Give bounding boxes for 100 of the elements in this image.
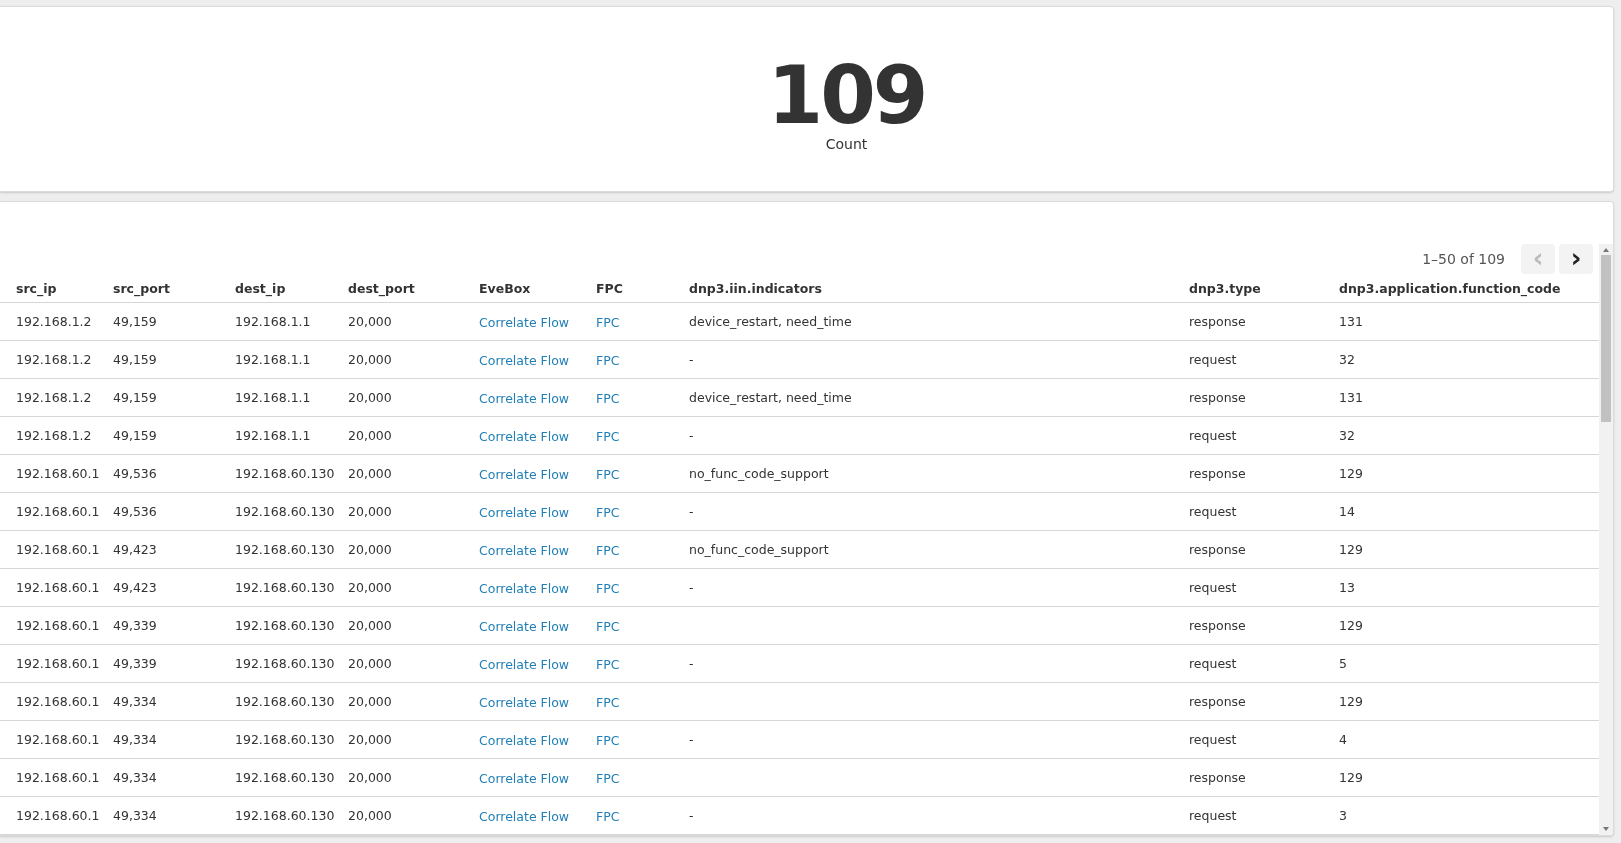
correlate-flow-link[interactable]: Correlate Flow — [479, 505, 570, 520]
table-cell-text: 20,000 — [347, 352, 393, 367]
table-cell-text: - — [688, 808, 695, 823]
table-cell-text: 49,339 — [112, 618, 158, 633]
table-cell-text: 192.168.60.130 — [234, 542, 332, 557]
correlate-flow-link[interactable]: Correlate Flow — [479, 315, 570, 330]
table-cell-text: 192.168.1.1 — [234, 428, 312, 443]
fpc-link[interactable]: FPC — [596, 543, 620, 558]
fpc-link[interactable]: FPC — [596, 657, 620, 672]
pagination-range: 1–50 of 109 — [1422, 251, 1505, 267]
table-cell-text: 4 — [1338, 732, 1348, 747]
table-cell-text: 192.168.60.1 — [15, 808, 97, 823]
fpc-link[interactable]: FPC — [596, 467, 620, 482]
table-cell-text: no_func_code_support — [688, 466, 830, 481]
fpc-link[interactable]: FPC — [596, 771, 620, 786]
table-cell-text: device_restart, need_time — [688, 390, 853, 405]
table-cell-text: device_restart, need_time — [688, 314, 853, 329]
fpc-link[interactable]: FPC — [596, 695, 620, 710]
table-cell-text: 49,159 — [112, 390, 158, 405]
table-cell-text: 20,000 — [347, 618, 393, 633]
column-header: dnp3.type — [1188, 280, 1262, 296]
table-cell-text: 20,000 — [347, 390, 393, 405]
table-cell-text: 49,339 — [112, 656, 158, 671]
table-cell-text: 129 — [1338, 770, 1364, 785]
correlate-flow-link[interactable]: Correlate Flow — [479, 771, 570, 786]
table-cell-text: 192.168.1.2 — [15, 428, 93, 443]
correlate-flow-link[interactable]: Correlate Flow — [479, 809, 570, 824]
table-cell-text: 20,000 — [347, 504, 393, 519]
count-label: Count — [825, 136, 868, 152]
table-cell-text: 192.168.60.130 — [234, 770, 332, 785]
column-header: dnp3.application.function_code — [1338, 280, 1562, 296]
table-cell-text: 32 — [1338, 352, 1356, 367]
scrollbar[interactable] — [1599, 244, 1613, 835]
correlate-flow-link[interactable]: Correlate Flow — [479, 733, 570, 748]
table-cell-text: 192.168.60.1 — [15, 618, 97, 633]
correlate-flow-link[interactable]: Correlate Flow — [479, 543, 570, 558]
correlate-flow-link[interactable]: Correlate Flow — [479, 657, 570, 672]
table-cell-text: 131 — [1338, 314, 1364, 329]
table-cell-text: 49,334 — [112, 732, 158, 747]
table-cell-text: 20,000 — [347, 542, 393, 557]
table-cell-text: no_func_code_support — [688, 542, 830, 557]
table-cell-text: 20,000 — [347, 428, 393, 443]
fpc-link[interactable]: FPC — [596, 619, 620, 634]
table-cell-text: - — [688, 732, 695, 747]
table-cell-text: 20,000 — [347, 466, 393, 481]
table-cell-text: 5 — [1338, 656, 1348, 671]
table-cell-text: 14 — [1338, 504, 1356, 519]
correlate-flow-link[interactable]: Correlate Flow — [479, 467, 570, 482]
table-cell-text: 192.168.60.130 — [234, 466, 332, 481]
table-cell-text: response — [1188, 314, 1247, 329]
table-cell-text: response — [1188, 542, 1247, 557]
column-header: src_port — [112, 280, 171, 296]
table-cell-text: request — [1188, 732, 1238, 747]
table-cell-text: 129 — [1338, 694, 1364, 709]
table-cell-text: 192.168.1.1 — [234, 314, 312, 329]
column-header: dnp3.iin.indicators — [688, 280, 823, 296]
correlate-flow-link[interactable]: Correlate Flow — [479, 391, 570, 406]
table-cell-text: 192.168.60.130 — [234, 580, 332, 595]
table-cell-text: 49,536 — [112, 466, 158, 481]
table-cell-text: 192.168.60.130 — [234, 504, 332, 519]
column-header: EveBox — [478, 280, 532, 296]
table-cell-text: request — [1188, 808, 1238, 823]
table-cell-text: 192.168.60.130 — [234, 618, 332, 633]
table-cell-text: 192.168.60.1 — [15, 580, 97, 595]
table-cell-text: 49,423 — [112, 542, 158, 557]
table-cell-text: 13 — [1338, 580, 1356, 595]
table-cell-text: 20,000 — [347, 732, 393, 747]
table-cell-text: 49,334 — [112, 770, 158, 785]
fpc-link[interactable]: FPC — [596, 353, 620, 368]
fpc-link[interactable]: FPC — [596, 429, 620, 444]
correlate-flow-link[interactable]: Correlate Flow — [479, 353, 570, 368]
correlate-flow-link[interactable]: Correlate Flow — [479, 695, 570, 710]
table-cell-text: - — [688, 352, 695, 367]
fpc-link[interactable]: FPC — [596, 505, 620, 520]
table-cell-text: 129 — [1338, 618, 1364, 633]
table-cell-text: 192.168.60.130 — [234, 656, 332, 671]
count-value: 109 — [767, 56, 926, 136]
fpc-link[interactable]: FPC — [596, 809, 620, 824]
table-cell-text: 129 — [1338, 466, 1364, 481]
table-cell-text: - — [688, 656, 695, 671]
table-cell-text: 192.168.60.1 — [15, 732, 97, 747]
table-cell-text: 20,000 — [347, 770, 393, 785]
table-cell-text: request — [1188, 656, 1238, 671]
fpc-link[interactable]: FPC — [596, 315, 620, 330]
table-cell-text: response — [1188, 390, 1247, 405]
table-cell-text: 192.168.60.1 — [15, 694, 97, 709]
fpc-link[interactable]: FPC — [596, 391, 620, 406]
table-cell-text: 131 — [1338, 390, 1364, 405]
table-cell-text: - — [688, 504, 695, 519]
correlate-flow-link[interactable]: Correlate Flow — [479, 619, 570, 634]
table-cell-text: 20,000 — [347, 656, 393, 671]
next-page-button[interactable]: › — [1559, 244, 1593, 274]
column-header: FPC — [595, 280, 624, 296]
table-cell-text: 20,000 — [347, 694, 393, 709]
correlate-flow-link[interactable]: Correlate Flow — [479, 429, 570, 444]
fpc-link[interactable]: FPC — [596, 581, 620, 596]
table-cell-text: 49,334 — [112, 694, 158, 709]
table-cell-text: - — [688, 580, 695, 595]
correlate-flow-link[interactable]: Correlate Flow — [479, 581, 570, 596]
fpc-link[interactable]: FPC — [596, 733, 620, 748]
